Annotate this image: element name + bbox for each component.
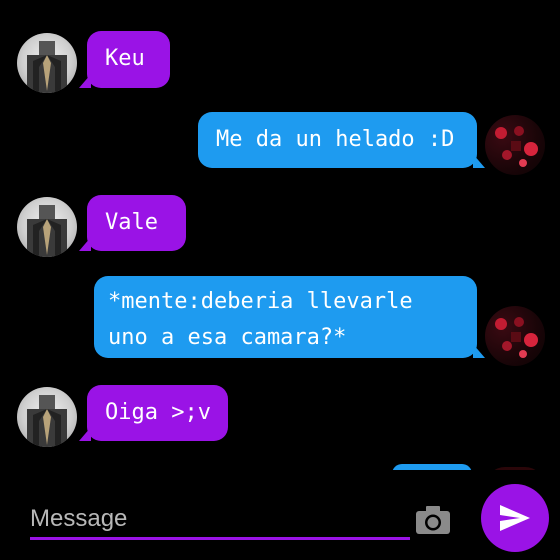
suit-figure-image bbox=[27, 395, 67, 447]
red-lights-image bbox=[495, 126, 538, 167]
camera-icon bbox=[416, 506, 450, 534]
suit-figure-image bbox=[27, 41, 67, 93]
send-button[interactable] bbox=[481, 484, 549, 552]
contact-avatar[interactable] bbox=[17, 387, 77, 447]
message-bubble-incoming[interactable]: Keu bbox=[79, 31, 170, 88]
suit-figure-image bbox=[27, 205, 67, 257]
message-bubble-incoming[interactable]: Vale bbox=[79, 195, 186, 251]
chat-screen: Keu Me da un helado :D Vale *mente:deber… bbox=[0, 0, 560, 560]
contact-avatar[interactable] bbox=[17, 197, 77, 257]
contact-avatar[interactable] bbox=[17, 33, 77, 93]
user-avatar[interactable] bbox=[485, 115, 545, 175]
message-bubble-outgoing[interactable]: Me da un helado :D bbox=[198, 112, 485, 168]
message-composer bbox=[0, 470, 560, 560]
message-bubble-outgoing[interactable]: *mente:deberia llevarle uno a esa camara… bbox=[94, 276, 485, 358]
send-icon bbox=[500, 505, 530, 531]
red-lights-image bbox=[495, 317, 538, 358]
camera-button[interactable] bbox=[413, 503, 453, 537]
message-input[interactable] bbox=[30, 500, 410, 540]
message-bubble-incoming[interactable]: Oiga >;v bbox=[79, 385, 228, 441]
user-avatar[interactable] bbox=[485, 306, 545, 366]
